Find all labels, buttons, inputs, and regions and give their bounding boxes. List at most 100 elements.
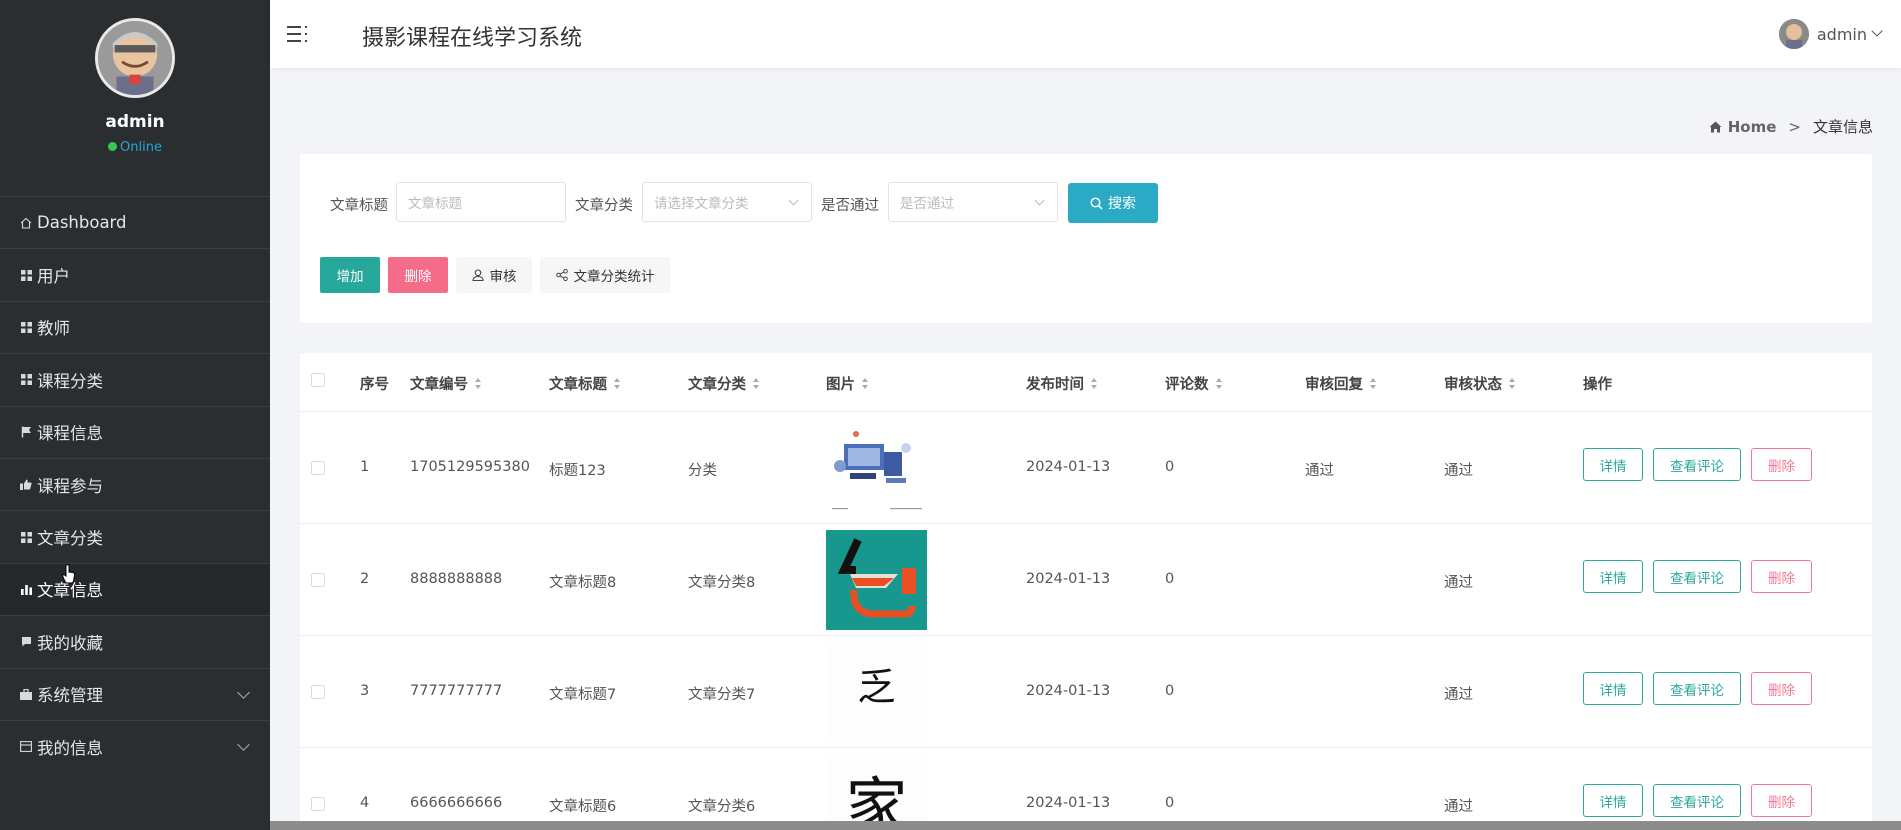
sidebar-item-users[interactable]: 用户 <box>0 248 270 300</box>
column-header-comments[interactable]: 评论数 <box>1165 373 1223 394</box>
cell-comments: 0 <box>1165 795 1175 811</box>
add-button[interactable]: 增加 <box>320 257 380 293</box>
column-header-status[interactable]: 审核状态 <box>1444 373 1516 394</box>
column-header-article-no[interactable]: 文章编号 <box>410 373 482 394</box>
sidebar-item-label: 课程信息 <box>37 424 103 444</box>
sidebar-item-label: Dashboard <box>37 213 127 233</box>
column-header-category[interactable]: 文章分类 <box>688 373 760 394</box>
category-filter-select[interactable]: 请选择文章分类 <box>642 182 812 222</box>
cell-published: 2024-01-13 <box>1026 459 1111 475</box>
detail-button[interactable]: 详情 <box>1583 672 1643 705</box>
sidebar-item-label: 我的信息 <box>37 738 103 758</box>
search-button[interactable]: 搜索 <box>1068 183 1158 223</box>
sort-icon[interactable] <box>1091 377 1098 390</box>
approved-filter-label: 是否通过 <box>821 198 879 214</box>
cell-index: 1 <box>360 459 370 475</box>
sidebar-item-course-categories[interactable]: 课程分类 <box>0 353 270 405</box>
bar-chart-icon <box>19 584 33 595</box>
sort-icon[interactable] <box>753 377 760 390</box>
view-comments-button[interactable]: 查看评论 <box>1653 448 1741 481</box>
sort-icon[interactable] <box>1215 377 1223 390</box>
cell-article-no: 1705129595380 <box>410 459 530 475</box>
sidebar-item-system-management[interactable]: 系统管理 <box>0 667 270 720</box>
sidebar-item-label: 课程参与 <box>37 476 103 496</box>
sidebar-item-course-info[interactable]: 课程信息 <box>0 405 270 458</box>
view-comments-button[interactable]: 查看评论 <box>1653 784 1741 817</box>
row-delete-button[interactable]: 删除 <box>1751 448 1812 481</box>
column-header-image[interactable]: 图片 <box>826 373 869 394</box>
sidebar-item-dashboard[interactable]: Dashboard <box>0 196 270 248</box>
detail-button[interactable]: 详情 <box>1583 448 1643 481</box>
sort-icon[interactable] <box>614 377 621 390</box>
grid-icon <box>19 321 33 333</box>
column-header-title[interactable]: 文章标题 <box>549 373 621 394</box>
column-header-reply[interactable]: 审核回复 <box>1305 373 1377 394</box>
article-table: 序号 文章编号 文章标题 文章分类 图片 发布时间 评论数 审核回复 审核状态 … <box>300 353 1872 830</box>
column-header-label: 操作 <box>1583 377 1612 393</box>
title-filter-label: 文章标题 <box>330 198 388 214</box>
view-comments-button[interactable]: 查看评论 <box>1653 672 1741 705</box>
row-delete-button[interactable]: 删除 <box>1751 672 1812 705</box>
sidebar-item-my-info[interactable]: 我的信息 <box>0 719 270 772</box>
flag-icon <box>19 426 33 438</box>
category-filter-label: 文章分类 <box>575 198 633 214</box>
cell-status: 通过 <box>1444 799 1473 815</box>
detail-button[interactable]: 详情 <box>1583 784 1643 817</box>
sort-icon[interactable] <box>1370 377 1377 390</box>
article-image-thumbnail[interactable] <box>826 530 927 630</box>
cell-title: 标题123 <box>549 463 606 479</box>
row-checkbox[interactable] <box>311 573 325 587</box>
cell-category: 分类 <box>688 463 717 479</box>
sidebar-item-article-info[interactable]: 文章信息 <box>0 562 270 616</box>
cell-comments: 0 <box>1165 459 1175 475</box>
grid-icon <box>19 531 33 543</box>
sidebar-item-label: 文章分类 <box>37 529 103 549</box>
category-stats-button[interactable]: 文章分类统计 <box>540 257 670 293</box>
user-menu[interactable]: admin <box>1778 19 1883 49</box>
bulk-delete-button[interactable]: 删除 <box>388 257 448 293</box>
sort-icon[interactable] <box>1509 377 1516 390</box>
sort-icon[interactable] <box>862 377 869 390</box>
article-image-thumbnail[interactable]: 乏 <box>826 642 927 742</box>
avatar[interactable] <box>95 18 175 98</box>
sort-icon[interactable] <box>475 377 482 390</box>
sidebar-item-label: 课程分类 <box>37 371 103 391</box>
sidebar-item-article-categories[interactable]: 文章分类 <box>0 510 270 562</box>
article-image-thumbnail[interactable] <box>826 418 927 518</box>
thumbnail-character: 乏 <box>857 665 895 709</box>
cell-category: 文章分类8 <box>688 575 756 591</box>
id-card-icon <box>19 741 33 753</box>
table-row: 2 8888888888 文章标题8 文章分类8 2024-01-13 0 通过… <box>300 524 1872 636</box>
select-all-checkbox[interactable] <box>311 373 325 387</box>
home-icon <box>1709 121 1722 132</box>
system-title: 摄影课程在线学习系统 <box>362 26 583 51</box>
breadcrumb-home[interactable]: Home <box>1709 118 1776 136</box>
row-delete-button[interactable]: 删除 <box>1751 560 1812 593</box>
cell-category: 文章分类7 <box>688 687 756 703</box>
title-filter-input[interactable]: 文章标题 <box>396 182 566 222</box>
sidebar-item-label: 用户 <box>37 267 70 287</box>
horizontal-scrollbar[interactable] <box>270 821 1901 830</box>
column-header-published[interactable]: 发布时间 <box>1026 373 1098 394</box>
article-image-thumbnail[interactable]: 家 <box>826 754 927 830</box>
audit-button[interactable]: 审核 <box>456 257 532 293</box>
row-checkbox[interactable] <box>311 797 325 811</box>
chevron-down-icon <box>237 738 250 751</box>
sidebar-item-course-participation[interactable]: 课程参与 <box>0 457 270 510</box>
table-row: 3 7777777777 文章标题7 文章分类7 乏 2024-01-13 0 … <box>300 636 1872 748</box>
cell-index: 2 <box>360 571 370 587</box>
menu-toggle-icon[interactable] <box>287 23 309 45</box>
view-comments-button[interactable]: 查看评论 <box>1653 560 1741 593</box>
row-checkbox[interactable] <box>311 461 325 475</box>
sidebar-profile: admin Online <box>0 0 270 196</box>
detail-button[interactable]: 详情 <box>1583 560 1643 593</box>
scrollbar-thumb[interactable] <box>270 821 1901 830</box>
user-avatar <box>1778 19 1809 49</box>
sidebar-item-teachers[interactable]: 教师 <box>0 300 270 353</box>
profile-name: admin <box>105 112 165 132</box>
row-delete-button[interactable]: 删除 <box>1751 784 1812 817</box>
approved-filter-select[interactable]: 是否通过 <box>888 182 1058 222</box>
sidebar-item-favorites[interactable]: 我的收藏 <box>0 615 270 667</box>
row-checkbox[interactable] <box>311 685 325 699</box>
breadcrumb-current: 文章信息 <box>1812 118 1873 136</box>
